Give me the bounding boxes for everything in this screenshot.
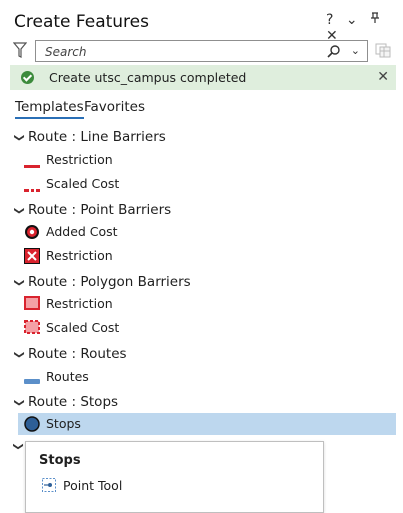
line-symbol-icon <box>24 157 40 172</box>
popup-title: Stops <box>39 453 81 468</box>
template-label: Restriction <box>46 152 113 167</box>
chevron-down-icon[interactable]: ⌄ <box>351 44 360 57</box>
pin-button[interactable] <box>370 12 380 28</box>
help-button[interactable]: ? <box>326 12 333 28</box>
dashed-polygon-symbol-icon <box>24 320 40 337</box>
template-tools-popup: Stops Point Tool <box>25 441 324 513</box>
tab-templates[interactable]: Templates <box>15 99 84 119</box>
group-routes[interactable]: ❯ Route : Routes <box>14 346 127 362</box>
ring-point-symbol-icon <box>24 224 40 243</box>
route-line-symbol-icon <box>24 373 40 388</box>
group-label: Route : Point Barriers <box>28 202 172 218</box>
group-point-barriers[interactable]: ❯ Route : Point Barriers <box>14 202 172 218</box>
manage-templates-icon[interactable] <box>375 42 391 58</box>
chevron-down-icon[interactable]: ❯ <box>14 399 25 409</box>
template-label: Scaled Cost <box>46 176 120 191</box>
options-dropdown-button[interactable]: ⌄ <box>346 12 358 28</box>
tab-favorites[interactable]: Favorites <box>84 99 145 115</box>
group-label: Route : Polygon Barriers <box>28 274 191 290</box>
status-banner: Create utsc_campus completed ✕ <box>10 65 396 90</box>
chevron-down-icon[interactable]: ❯ <box>13 442 24 450</box>
template-label: Restriction <box>46 296 113 311</box>
search-box: ⌄ <box>35 40 368 62</box>
template-label: Routes <box>46 369 89 384</box>
template-label: Stops <box>46 416 81 431</box>
search-icon[interactable] <box>327 43 341 58</box>
panel-title: Create Features <box>14 12 149 32</box>
success-check-icon <box>21 71 34 84</box>
point-tool-icon <box>41 477 57 493</box>
chevron-down-icon[interactable]: ❯ <box>14 207 25 217</box>
group-stops[interactable]: ❯ Route : Stops <box>14 394 119 410</box>
group-label: Route : Routes <box>28 346 127 362</box>
pin-icon <box>371 12 380 23</box>
template-label: Added Cost <box>46 224 118 239</box>
template-label: Scaled Cost <box>46 320 120 335</box>
group-label: Route : Line Barriers <box>28 129 166 145</box>
search-input[interactable] <box>43 43 307 61</box>
polygon-symbol-icon <box>24 296 40 313</box>
chevron-down-icon[interactable]: ❯ <box>14 279 25 289</box>
banner-close-button[interactable]: ✕ <box>377 69 389 85</box>
chevron-down-icon[interactable]: ❯ <box>14 134 25 144</box>
filter-icon[interactable] <box>12 42 28 58</box>
x-point-symbol-icon <box>24 248 40 267</box>
banner-message: Create utsc_campus completed <box>49 70 247 85</box>
group-line-barriers[interactable]: ❯ Route : Line Barriers <box>14 129 166 145</box>
template-label: Restriction <box>46 248 113 263</box>
chevron-down-icon[interactable]: ❯ <box>14 351 25 361</box>
point-tool-label: Point Tool <box>63 478 123 493</box>
group-label: Route : Stops <box>28 394 119 410</box>
dashed-line-symbol-icon <box>24 181 40 196</box>
group-polygon-barriers[interactable]: ❯ Route : Polygon Barriers <box>14 274 191 290</box>
stop-point-symbol-icon <box>24 416 40 435</box>
